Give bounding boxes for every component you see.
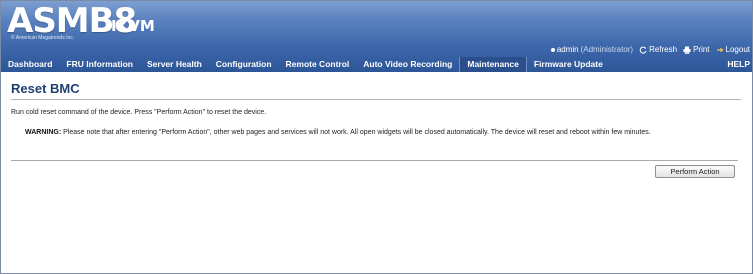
print-label: Print [693, 45, 710, 54]
copyright-text: © American Megatrends Inc. [11, 35, 75, 41]
print-button[interactable]: Print [683, 45, 710, 55]
nav-item-maintenance[interactable]: Maintenance [459, 57, 527, 72]
refresh-button[interactable]: Refresh [639, 45, 677, 55]
nav-item-server-health[interactable]: Server Health [140, 57, 209, 72]
user-toolbar: admin (Administrator) Refresh Print Logou… [550, 45, 750, 55]
page-frame: ASMB8 IKVM © American Megatrends Inc. Da… [0, 0, 753, 274]
nav-item-dashboard[interactable]: Dashboard [1, 57, 59, 72]
nav-item-firmware-update[interactable]: Firmware Update [527, 57, 610, 72]
action-divider [11, 160, 738, 161]
product-logo-sub: IKVM [111, 17, 155, 35]
user-status-icon [550, 48, 555, 52]
logout-icon [716, 47, 723, 53]
page-description: Run cold reset command of the device. Pr… [11, 109, 267, 116]
warning-label: WARNING: [25, 129, 62, 136]
warning-text: Please note that after entering "Perform… [61, 129, 651, 136]
help-link[interactable]: HELP [727, 57, 750, 72]
refresh-label: Refresh [649, 45, 678, 54]
print-icon [683, 46, 691, 54]
page-title: Reset BMC [11, 81, 80, 96]
nav-item-fru-information[interactable]: FRU Information [59, 57, 140, 72]
main-nav: Dashboard FRU Information Server Health … [1, 57, 610, 72]
nav-item-auto-video-recording[interactable]: Auto Video Recording [356, 57, 459, 72]
nav-item-configuration[interactable]: Configuration [209, 57, 279, 72]
perform-action-button[interactable]: Perform Action [655, 165, 735, 178]
header-banner: ASMB8 IKVM © American Megatrends Inc. [1, 1, 752, 44]
user-info: admin (Administrator) [550, 45, 634, 55]
logout-label: Logout [725, 45, 750, 54]
logout-button[interactable]: Logout [716, 45, 750, 55]
warning-message: WARNING: Please note that after entering… [25, 129, 651, 136]
user-role: (Administrator) [580, 45, 634, 54]
title-divider [11, 99, 741, 100]
nav-item-remote-control[interactable]: Remote Control [279, 57, 357, 72]
user-name: admin [556, 45, 579, 54]
refresh-icon [639, 46, 647, 54]
